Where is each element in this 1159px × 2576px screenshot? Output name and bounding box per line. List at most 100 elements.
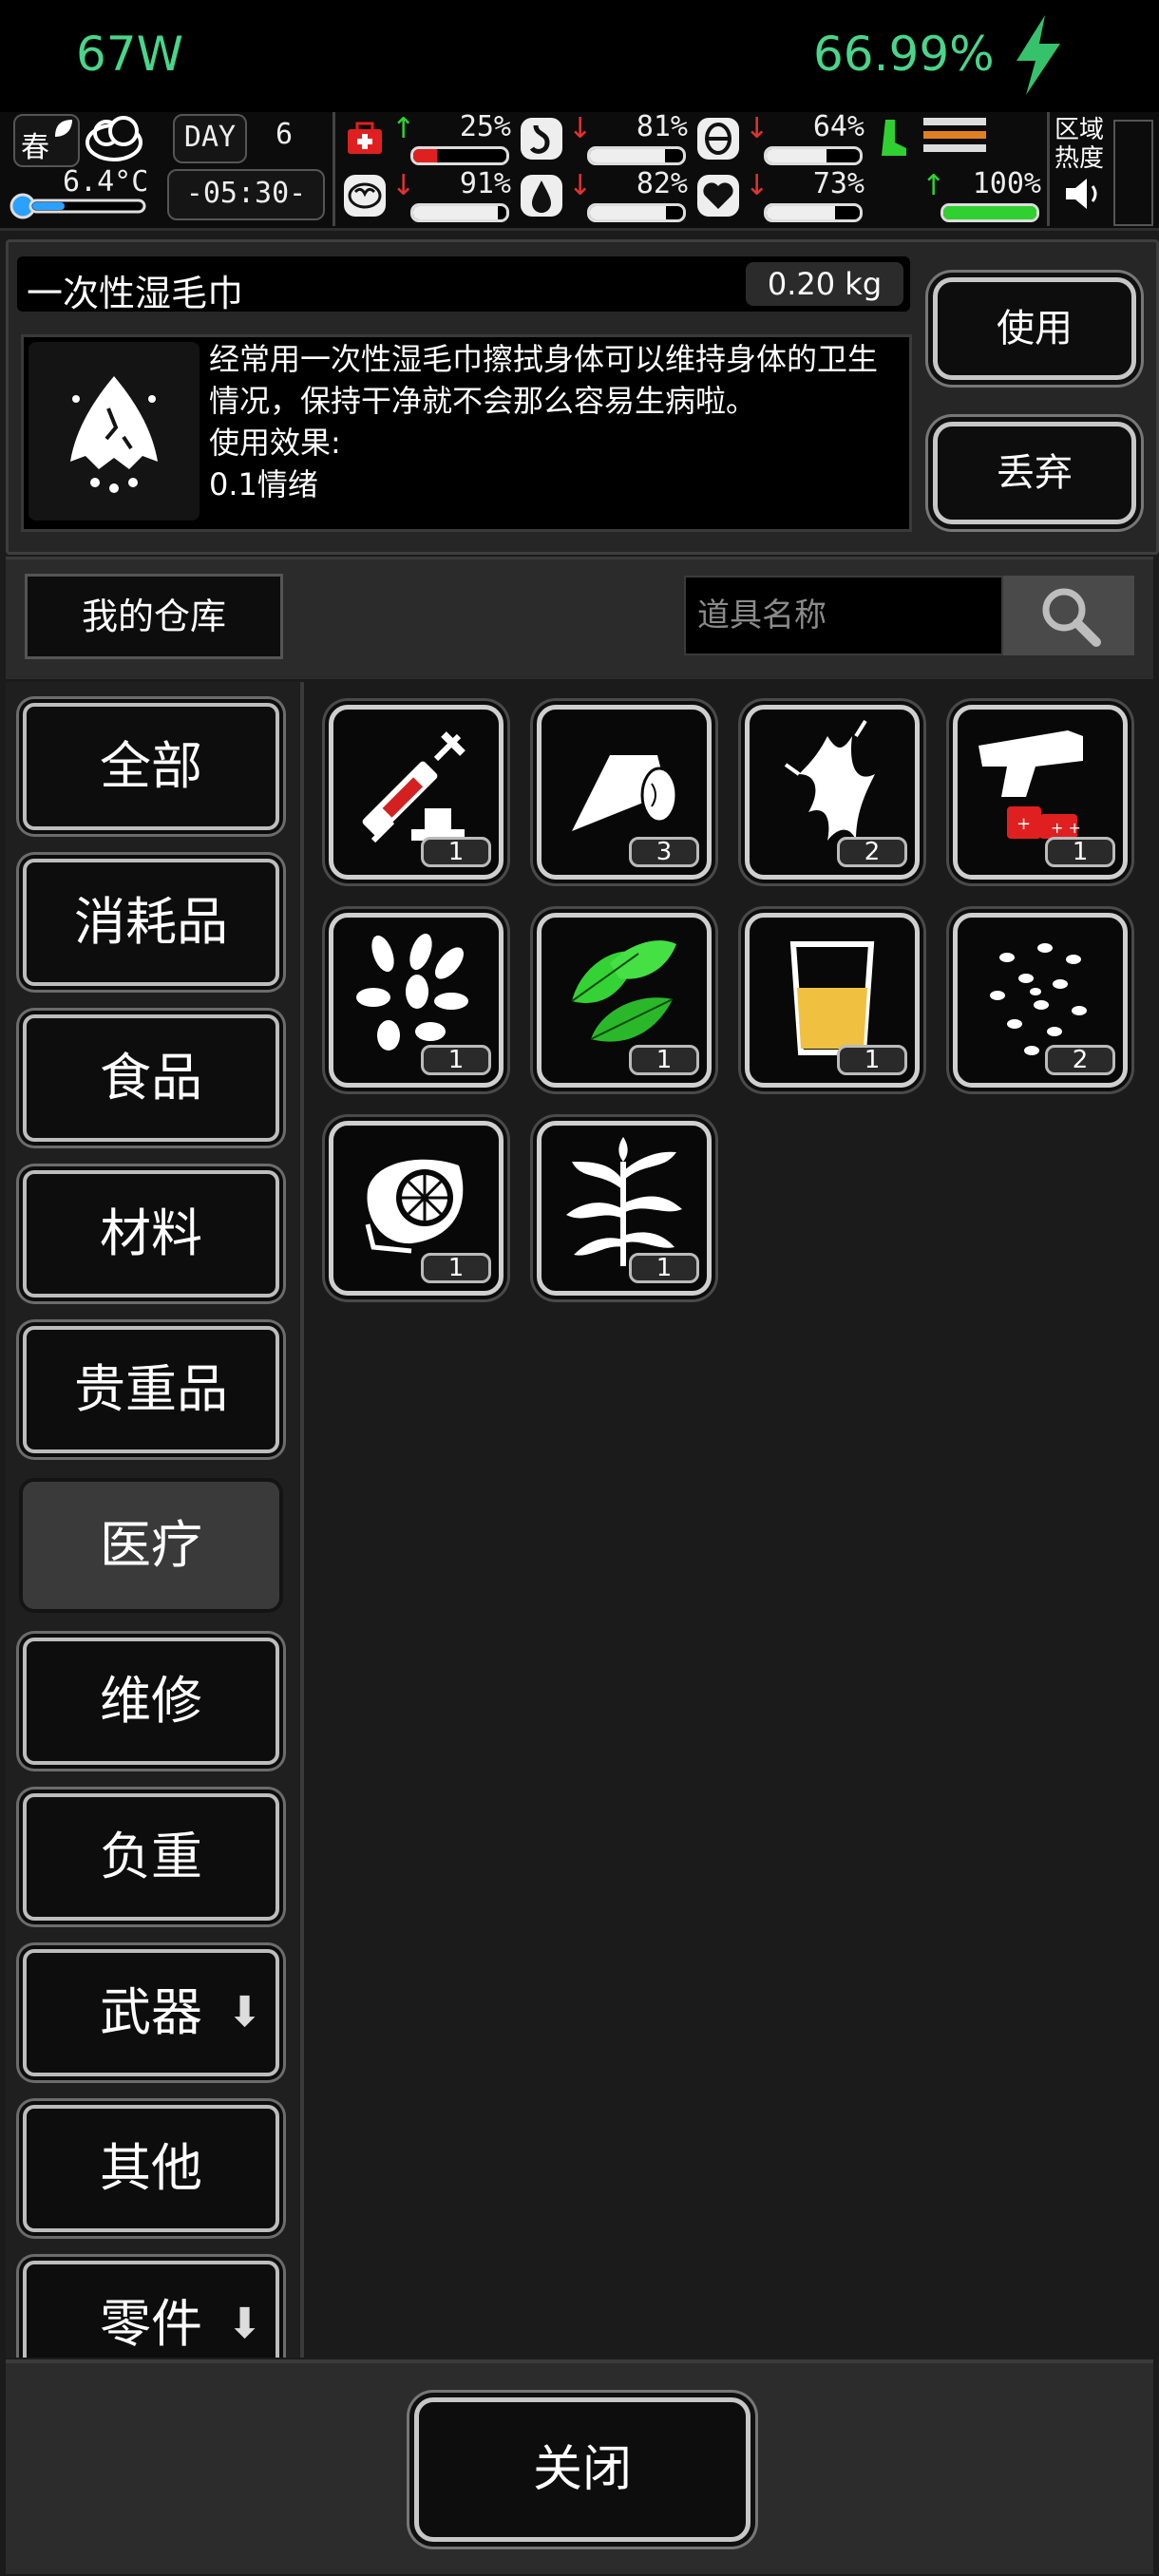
svg-text:+ +: + + xyxy=(1051,819,1081,837)
inventory-slot[interactable]: 1 xyxy=(537,913,712,1088)
stat-value: 25% xyxy=(459,110,511,143)
category-label: 贵重品 xyxy=(74,1359,228,1419)
inventory-slot[interactable]: 3 xyxy=(537,705,712,880)
stat-medkit: ↑ 25% xyxy=(342,110,513,167)
item-count-badge: 3 xyxy=(629,837,699,867)
item-count-badge: 2 xyxy=(1045,1045,1115,1075)
item-count-badge: 2 xyxy=(837,837,907,867)
item-description: 经常用一次性湿毛巾擦拭身体可以维持身体的卫生情况，保持干净就不会那么容易生病啦。… xyxy=(209,341,879,502)
heart-icon xyxy=(697,175,739,217)
trend-down-icon: ↓ xyxy=(568,169,593,202)
stat-brain: ↓ 91% xyxy=(342,167,513,224)
trend-up-icon: ↑ xyxy=(391,112,416,145)
category-sidebar[interactable]: 全部消耗品食品材料贵重品医疗维修负重武器 ⬇ 其他零件 ⬇ xyxy=(6,682,304,2358)
inventory-slot[interactable]: 1 xyxy=(537,1121,712,1296)
day-number: 6 xyxy=(276,118,294,151)
stat-bar xyxy=(764,146,863,165)
category-tab[interactable]: 材料 xyxy=(23,1170,279,1297)
category-tab[interactable]: 食品 xyxy=(23,1014,279,1142)
trend-down-icon: ↓ xyxy=(568,112,593,145)
category-label: 零件 xyxy=(100,2294,202,2354)
category-tab[interactable]: 武器 ⬇ xyxy=(23,1949,279,2076)
inventory-slot[interactable]: 2 xyxy=(745,705,920,880)
battery-percent-text: 66.99% xyxy=(813,27,995,82)
item-count-badge: 1 xyxy=(837,1045,907,1075)
trend-down-icon: ↓ xyxy=(391,169,416,202)
clock-box: -05:30- xyxy=(167,169,325,220)
inventory-slot[interactable]: 2 xyxy=(953,913,1128,1088)
category-label: 其他 xyxy=(100,2138,202,2198)
season-box: 春 xyxy=(13,114,80,167)
survival-hud: 春 DAY 6 6.4°C -05:30- ↑ 25% ↓ 81% ↓ 64% ↓ 91% ↓… xyxy=(0,110,1159,231)
inventory-slot[interactable]: 1 xyxy=(329,1121,504,1296)
down-arrow-icon: ⬇ xyxy=(227,1988,262,2036)
category-tab[interactable]: 其他 xyxy=(23,2105,279,2232)
item-name: 一次性湿毛巾 xyxy=(27,273,244,314)
drop-button[interactable]: 丢弃 xyxy=(933,422,1136,524)
brain-icon xyxy=(344,175,386,217)
stat-bar xyxy=(410,203,509,222)
item-count-badge: 1 xyxy=(629,1253,699,1283)
inventory-grid: 1 3 2 + + +1 1 1 1 2 1 1 xyxy=(308,682,1153,2358)
stat-battery: ↑ 100% xyxy=(872,167,1043,224)
category-tab[interactable]: 消耗品 xyxy=(23,859,279,986)
item-count-badge: 1 xyxy=(421,1045,491,1075)
stat-value: 82% xyxy=(636,167,688,200)
inventory-slot[interactable]: 1 xyxy=(329,913,504,1088)
category-tab[interactable]: 负重 xyxy=(23,1793,279,1921)
trend-down-icon: ↓ xyxy=(745,112,770,145)
zone-heat-meter xyxy=(1113,120,1153,226)
bladder-icon xyxy=(697,118,739,160)
medkit-icon xyxy=(348,122,382,154)
stat-value: 91% xyxy=(459,167,511,200)
inventory-slot[interactable]: 1 xyxy=(329,705,504,880)
battery-icon xyxy=(872,173,918,218)
zone-heat-label: 区域 热度 xyxy=(1054,116,1105,173)
stat-value: 73% xyxy=(812,167,864,200)
stat-bladder: ↓ 64% xyxy=(695,110,866,167)
trend-down-icon: ↓ xyxy=(745,169,770,202)
category-tab[interactable]: 医疗 xyxy=(23,1482,279,1609)
item-count-badge: 1 xyxy=(1045,837,1115,867)
warehouse-title: 我的仓库 xyxy=(25,574,283,659)
svg-text:+: + xyxy=(1016,814,1031,834)
category-label: 医疗 xyxy=(100,1515,202,1575)
down-arrow-icon: ⬇ xyxy=(227,2300,262,2348)
category-tab[interactable]: 零件 ⬇ xyxy=(23,2261,279,2358)
item-count-badge: 1 xyxy=(629,1045,699,1075)
stat-bar xyxy=(764,203,863,222)
category-label: 食品 xyxy=(100,1048,202,1108)
system-status-bar: 67W 66.99% xyxy=(0,0,1159,112)
category-tab[interactable]: 全部 xyxy=(23,703,279,830)
category-label: 材料 xyxy=(100,1203,202,1263)
category-label: 武器 xyxy=(100,1982,202,2042)
stat-value: 100% xyxy=(972,167,1041,200)
stat-bar xyxy=(940,203,1039,222)
stamina-icon xyxy=(882,120,906,156)
item-count-badge: 1 xyxy=(421,837,491,867)
item-search-input[interactable] xyxy=(684,576,1003,655)
inventory-slot[interactable]: 1 xyxy=(745,913,920,1088)
season-label: 春 xyxy=(21,131,49,164)
stamina-stripes xyxy=(923,118,986,160)
day-label-box: DAY xyxy=(173,114,247,163)
clock-time: -05:30- xyxy=(185,177,307,210)
close-button[interactable]: 关闭 xyxy=(414,2397,750,2542)
search-button[interactable] xyxy=(1003,576,1134,655)
inventory-slot[interactable]: + + +1 xyxy=(953,705,1128,880)
leaf-icon xyxy=(55,120,72,137)
selected-item-icon-box xyxy=(28,342,200,521)
category-tab[interactable]: 贵重品 xyxy=(23,1326,279,1453)
search-icon xyxy=(1042,588,1101,647)
speaker-icon[interactable] xyxy=(1062,175,1104,213)
use-button[interactable]: 使用 xyxy=(933,277,1136,380)
category-tab[interactable]: 维修 xyxy=(23,1638,279,1765)
stomach-icon xyxy=(521,118,562,160)
item-weight: 0.20 kg xyxy=(746,262,903,306)
thermometer-icon xyxy=(10,193,146,219)
category-label: 消耗品 xyxy=(74,892,228,952)
category-label: 全部 xyxy=(100,736,202,796)
stat-heart: ↓ 73% xyxy=(695,167,866,224)
charging-power-text: 67W xyxy=(76,27,184,82)
stat-bar xyxy=(410,146,509,165)
